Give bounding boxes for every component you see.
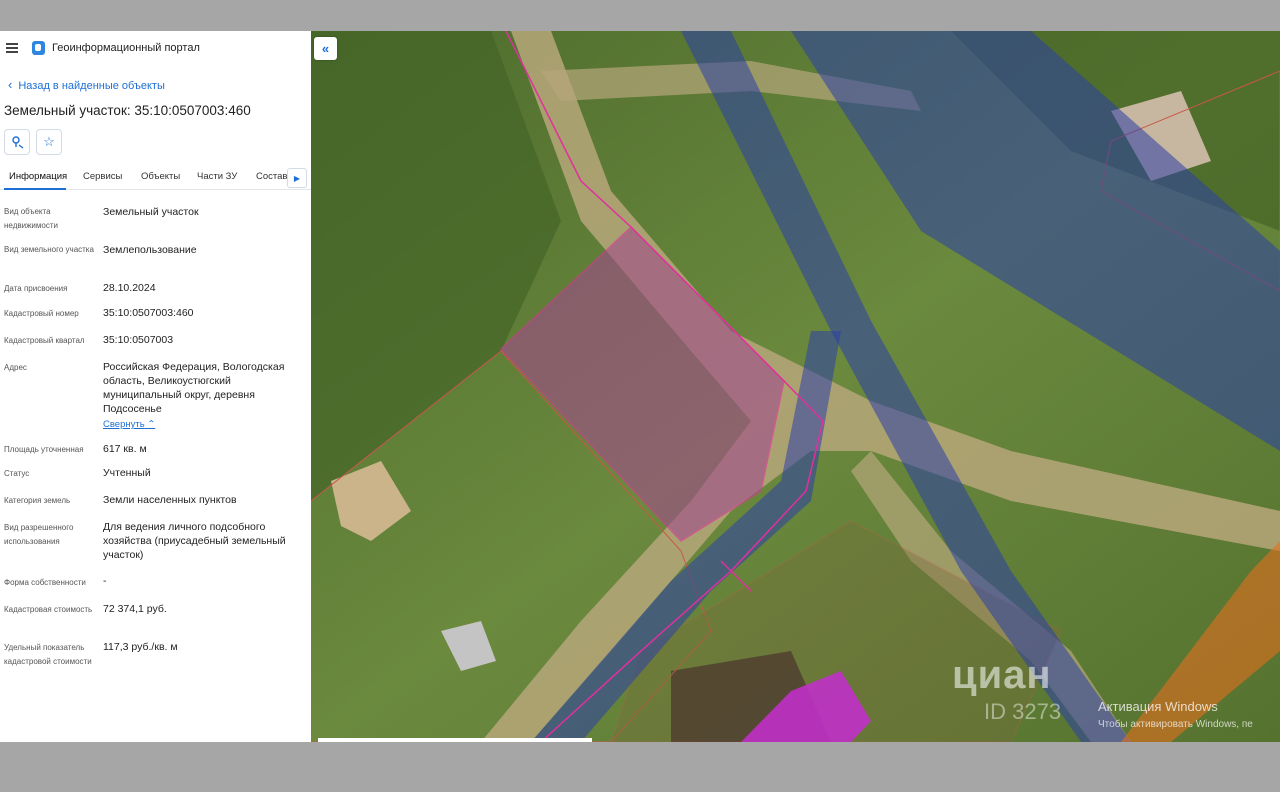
attr-value-ownership: -	[103, 575, 107, 587]
star-icon: ☆	[43, 134, 55, 149]
attr-label-parcel-type: Вид земельного участка	[4, 245, 94, 254]
map-scrollbar[interactable]	[318, 738, 592, 742]
attr-label-cadastral-number: Кадастровый номер	[4, 309, 79, 318]
top-bar: Геоинформационный портал	[0, 31, 311, 65]
collapse-panel-button[interactable]: «	[314, 37, 337, 60]
attr-value-area: 617 кв. м	[103, 443, 147, 455]
attr-value-object-type: Земельный участок	[103, 206, 199, 218]
chevron-right-icon: ▶	[293, 173, 301, 183]
attr-label-status: Статус	[4, 469, 30, 478]
attr-label-area: Площадь уточненная	[4, 445, 84, 454]
attr-value-cadastral-value: 72 374,1 руб.	[103, 603, 167, 615]
portal-title: Геоинформационный портал	[52, 42, 200, 54]
back-to-results-link[interactable]: ‹ Назад в найденные объекты	[8, 77, 165, 92]
tab-composition[interactable]: Состав	[256, 171, 287, 182]
watermark-id: ID 3273	[984, 699, 1062, 724]
satellite-map[interactable]	[311, 31, 1280, 742]
attr-label-specific-value: Удельный показатель кадастровой стоимост…	[4, 643, 92, 666]
attr-label-assign-date: Дата присвоения	[4, 284, 68, 293]
tab-services[interactable]: Сервисы	[83, 171, 122, 182]
tab-parts[interactable]: Части ЗУ	[197, 171, 237, 182]
attr-label-ownership: Форма собственности	[4, 578, 86, 587]
favorite-button[interactable]: ☆	[36, 129, 62, 155]
watermark-brand: циан	[952, 653, 1052, 697]
attr-label-cadastral-quarter: Кадастровый квартал	[4, 336, 85, 345]
chevron-left-icon: ‹	[8, 77, 13, 92]
locate-parcel-icon	[12, 136, 24, 149]
active-tab-indicator	[4, 188, 66, 190]
attr-value-land-category: Земли населенных пунктов	[103, 494, 237, 506]
attr-value-parcel-type: Землепользование	[103, 244, 197, 256]
double-chevron-left-icon: «	[321, 41, 330, 56]
address-collapse-link[interactable]: Свернуть ⌃	[103, 419, 155, 430]
app-window: Геоинформационный портал ‹ Назад в найден…	[0, 31, 1280, 742]
map-view[interactable]	[311, 31, 1280, 742]
attr-value-assign-date: 28.10.2024	[103, 282, 156, 294]
tabs-more-button[interactable]: ▶	[287, 168, 307, 188]
tab-objects[interactable]: Объекты	[141, 171, 180, 182]
attr-label-cadastral-value: Кадастровая стоимость	[4, 605, 93, 614]
attr-label-permitted-use: Вид разрешенного использования	[4, 523, 74, 546]
chevron-up-icon: ⌃	[147, 419, 156, 430]
back-link-label: Назад в найденные объекты	[18, 80, 165, 92]
attr-value-status: Учтенный	[103, 467, 151, 479]
hamburger-icon[interactable]	[6, 43, 18, 53]
attr-label-land-category: Категория земель	[4, 496, 71, 505]
attr-value-cadastral-number: 35:10:0507003:460	[103, 307, 194, 319]
attr-label-address: Адрес	[4, 363, 27, 372]
attr-value-specific-value: 117,3 руб./кв. м	[103, 641, 178, 653]
tab-bar: Информация Сервисы Объекты Части ЗУ Сост…	[0, 164, 311, 190]
attr-label-object-type: Вид объекта недвижимости	[4, 207, 58, 230]
portal-logo-icon	[32, 41, 45, 55]
tab-information[interactable]: Информация	[9, 171, 67, 182]
attr-value-permitted-use: Для ведения личного подсобного хозяйства…	[103, 521, 286, 561]
locate-parcel-button[interactable]	[4, 129, 30, 155]
info-panel: Геоинформационный портал ‹ Назад в найден…	[0, 31, 311, 742]
collapse-link-label: Свернуть	[103, 419, 145, 430]
page-title: Земельный участок: 35:10:0507003:460	[4, 103, 251, 118]
windows-activation-subtitle: Чтобы активировать Windows, пе	[1098, 719, 1253, 730]
attr-value-cadastral-quarter: 35:10:0507003	[103, 334, 174, 346]
attr-value-address: Российская Федерация, Вологодская област…	[103, 361, 285, 415]
windows-activation-title: Активация Windows	[1098, 699, 1218, 714]
